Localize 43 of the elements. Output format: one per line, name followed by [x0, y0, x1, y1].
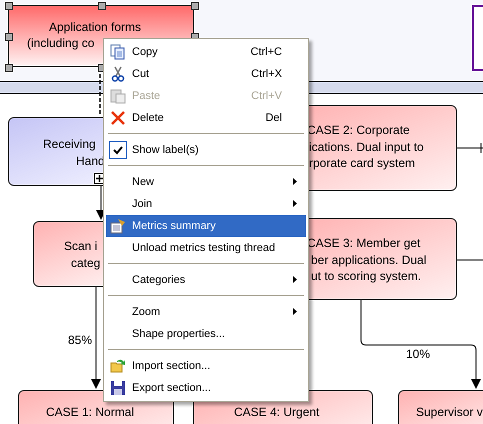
chart-icon — [110, 218, 126, 234]
menu-item[interactable]: Zoom — [106, 301, 306, 323]
node-label: ber applications. Dual — [311, 253, 426, 267]
menu-item[interactable]: Join — [106, 193, 306, 215]
menu-item[interactable]: Unload metrics testing thread — [106, 237, 306, 259]
connector-label: 85% — [68, 333, 92, 347]
submenu-arrow-icon — [293, 276, 297, 283]
resize-handle[interactable] — [98, 2, 106, 10]
node-label: Receiving — [43, 137, 96, 151]
menu-item[interactable]: Categories — [106, 269, 306, 291]
node-label: Supervisor v — [416, 405, 483, 419]
resize-handle[interactable] — [5, 33, 13, 41]
menu-item[interactable]: Copy Ctrl+C — [106, 41, 306, 63]
node-label: ications. Dual input to — [309, 140, 424, 154]
menu-item[interactable]: New — [106, 171, 306, 193]
menu-item[interactable]: Shape properties... — [106, 323, 306, 345]
submenu-arrow-icon — [293, 200, 297, 207]
menu-item[interactable]: Cut Ctrl+X — [106, 63, 306, 85]
node-label: CASE 1: Normal — [46, 405, 134, 419]
submenu-arrow-icon — [293, 308, 297, 315]
menu-item[interactable]: Show label(s) — [106, 139, 306, 161]
node-label: categ — [71, 256, 100, 270]
delete-icon — [110, 110, 126, 126]
node-label: Application forms — [49, 20, 142, 34]
resize-handle[interactable] — [5, 2, 13, 10]
clipboard-icon — [110, 88, 126, 104]
menu-item[interactable]: Delete Del — [106, 107, 306, 129]
copy-icon — [110, 44, 126, 60]
resize-handle[interactable] — [5, 64, 13, 72]
node-label: CASE 4: Urgent — [234, 405, 320, 419]
connector-label: 10% — [406, 347, 430, 361]
node-label: (including co — [27, 36, 94, 50]
menu-item[interactable]: Export section... — [106, 377, 306, 399]
menu-item[interactable]: Import section... — [106, 355, 306, 377]
menu-item[interactable]: Metrics summary — [106, 215, 306, 237]
resize-handle[interactable] — [191, 2, 199, 10]
submenu-arrow-icon — [293, 178, 297, 185]
connector-line — [456, 142, 483, 154]
node-label: rporate card system — [309, 156, 416, 170]
scissors-icon — [110, 66, 126, 82]
folder-icon — [110, 358, 126, 374]
node-label: ut to scoring system. — [311, 269, 422, 283]
node-label: Scan i — [64, 239, 98, 253]
